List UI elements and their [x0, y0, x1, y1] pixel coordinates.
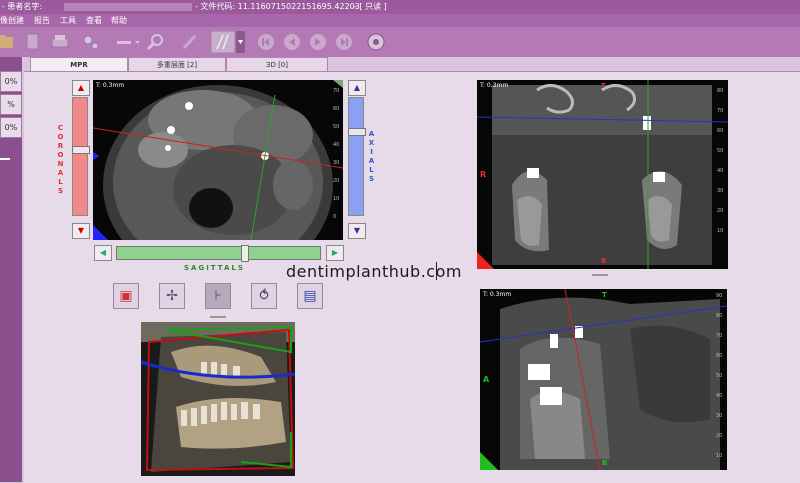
- volume-render-view[interactable]: [141, 322, 295, 476]
- svg-text:20: 20: [716, 433, 722, 439]
- sagittal-ct-image: 90 80 70 60 50 40 30 20 10: [480, 289, 727, 470]
- coronal-right-marker: R: [480, 170, 487, 179]
- svg-text:40: 40: [716, 393, 722, 399]
- coronal-ct-image: 80 70 60 50 40 30 20 10: [477, 80, 728, 269]
- axial-down-button[interactable]: ▼: [348, 223, 366, 239]
- svg-text:10: 10: [716, 453, 722, 459]
- coronals-label: CORONALS: [57, 124, 65, 195]
- svg-text:10: 10: [333, 196, 339, 202]
- sagittals-label: SAGITTALS: [184, 264, 245, 272]
- rotate-axis-button[interactable]: ⥀: [251, 283, 277, 309]
- folder-icon[interactable]: [0, 32, 14, 52]
- measure-icon[interactable]: [115, 32, 141, 52]
- first-frame-icon[interactable]: [256, 32, 276, 52]
- menu-bar: 像创建 报告 工具 查看 帮助: [0, 14, 800, 27]
- sagittal-slider-thumb[interactable]: [241, 245, 249, 262]
- axials-label: AXIALS: [368, 130, 376, 183]
- sagittal-slider[interactable]: [116, 245, 321, 262]
- redacted-patient-name: [64, 3, 192, 11]
- svg-text:80: 80: [717, 88, 723, 94]
- svg-text:10: 10: [717, 228, 723, 234]
- crosshair-reset-button[interactable]: ▣: [113, 283, 139, 309]
- text-cursor: [436, 262, 437, 280]
- svg-text:80: 80: [716, 313, 722, 319]
- menu-item-help[interactable]: 帮助: [111, 14, 127, 27]
- coronal-thickness: T: 0.3mm: [480, 82, 509, 89]
- menu-item-create[interactable]: 像创建: [0, 14, 24, 27]
- toolbar: [0, 27, 800, 57]
- save-view-button[interactable]: ▤: [297, 283, 323, 309]
- svg-text:0: 0: [333, 214, 336, 220]
- panel-splitter[interactable]: [592, 274, 608, 276]
- next-frame-icon[interactable]: [308, 32, 328, 52]
- axial-slider-thumb[interactable]: [348, 128, 366, 136]
- coronal-slider[interactable]: [72, 97, 90, 216]
- menu-item-view[interactable]: 查看: [86, 14, 102, 27]
- brush-icon[interactable]: [180, 32, 200, 52]
- crosshair-tool-button[interactable]: ✢: [159, 283, 185, 309]
- cd-icon[interactable]: [366, 32, 386, 52]
- svg-text:90: 90: [716, 293, 722, 299]
- file-code: - 文件代码: 11.1160715022151695.42203: [195, 2, 360, 11]
- tab-mpr[interactable]: MPR: [30, 57, 128, 72]
- settings-icon[interactable]: [80, 32, 102, 52]
- coronal-down-button[interactable]: ▼: [72, 223, 90, 239]
- sagittal-top-marker: T: [602, 291, 607, 299]
- axial-slider[interactable]: [348, 97, 366, 216]
- print-icon[interactable]: [50, 32, 70, 52]
- svg-text:70: 70: [333, 88, 339, 94]
- panel-splitter[interactable]: [210, 316, 226, 318]
- tab-3d[interactable]: 3D [0]: [226, 57, 328, 72]
- svg-text:30: 30: [716, 413, 722, 419]
- zoom-preset-button[interactable]: 0%: [0, 117, 22, 138]
- coronal-up-button[interactable]: ▲: [72, 80, 90, 96]
- coronal-slider-thumb[interactable]: [72, 146, 90, 154]
- sagittal-thickness: T: 0.3mm: [483, 291, 512, 298]
- menu-item-report[interactable]: 报告: [34, 14, 50, 27]
- zoom-preset-button[interactable]: 0%: [0, 71, 22, 92]
- title-bar: - 患者名字: - 文件代码: 11.1160715022151695.4220…: [0, 0, 800, 14]
- menu-item-tools[interactable]: 工具: [60, 14, 76, 27]
- move-axis-button[interactable]: ⊦: [205, 283, 231, 309]
- 3d-skull-render: [141, 322, 295, 476]
- axial-ct-image: 70 60 50 40 30 20 10 0: [93, 80, 343, 240]
- zoom-icon[interactable]: [145, 32, 167, 52]
- document-icon[interactable]: [25, 32, 41, 52]
- svg-text:70: 70: [716, 333, 722, 339]
- zoom-preset-button[interactable]: %: [0, 94, 22, 115]
- coronal-view[interactable]: 80 70 60 50 40 30 20 10 T: 0.3mm R B T: [477, 80, 728, 269]
- svg-text:60: 60: [716, 353, 722, 359]
- sagittal-bottom-marker: B: [602, 459, 608, 467]
- svg-text:30: 30: [333, 160, 339, 166]
- sagittal-view[interactable]: 90 80 70 60 50 40 30 20 10 T: 0.3mm A B T: [480, 289, 727, 470]
- left-panel: 0% % 0%: [0, 57, 22, 482]
- sagittal-right-button[interactable]: ▶: [326, 245, 344, 261]
- svg-text:60: 60: [717, 128, 723, 134]
- svg-text:60: 60: [333, 106, 339, 112]
- svg-text:40: 40: [717, 168, 723, 174]
- svg-text:40: 40: [333, 142, 339, 148]
- sagittal-anterior-marker: A: [483, 375, 490, 384]
- brightness-dropdown[interactable]: [211, 31, 245, 53]
- coronal-top-marker: T: [601, 82, 606, 90]
- patient-label: - 患者名字:: [2, 2, 43, 11]
- svg-text:70: 70: [717, 108, 723, 114]
- prev-frame-icon[interactable]: [282, 32, 302, 52]
- sagittal-left-button[interactable]: ◀: [94, 245, 112, 261]
- axial-up-button[interactable]: ▲: [348, 80, 366, 96]
- axial-thickness: T: 0.3mm: [96, 82, 125, 89]
- strip-divider: [0, 158, 10, 160]
- svg-text:50: 50: [717, 148, 723, 154]
- readonly-badge: - [ 只读 ]: [354, 2, 387, 11]
- svg-text:30: 30: [717, 188, 723, 194]
- last-frame-icon[interactable]: [334, 32, 354, 52]
- svg-text:20: 20: [717, 208, 723, 214]
- svg-text:20: 20: [333, 178, 339, 184]
- axial-view[interactable]: 70 60 50 40 30 20 10 0 T: 0.3mm: [93, 80, 343, 240]
- tab-multi-slice[interactable]: 多重层面 [2]: [128, 57, 226, 72]
- coronal-bottom-marker: B: [601, 257, 607, 265]
- svg-text:50: 50: [333, 124, 339, 130]
- svg-text:50: 50: [716, 373, 722, 379]
